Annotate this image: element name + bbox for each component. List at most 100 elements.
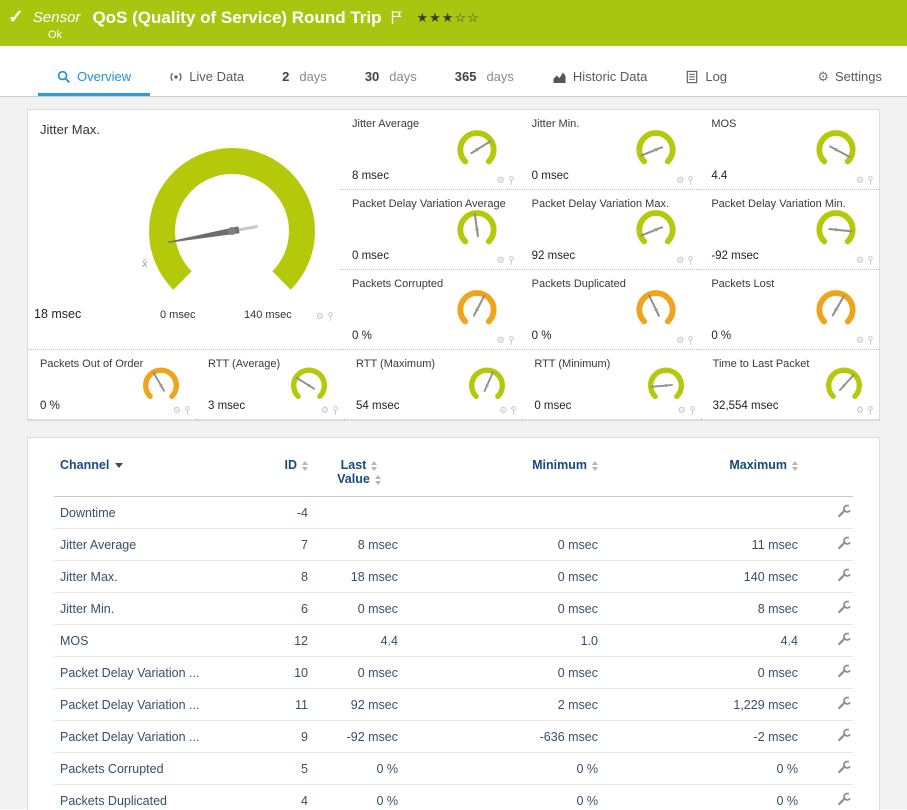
gauge-value: 0 % [532, 330, 552, 342]
stars-filled[interactable]: ★★★ [417, 10, 455, 25]
wrench-icon[interactable] [837, 568, 851, 582]
stars-empty[interactable]: ☆☆ [454, 10, 479, 25]
pin-icon[interactable] [327, 311, 334, 322]
gauge-value: 4.4 [711, 170, 727, 182]
wrench-icon[interactable] [837, 792, 851, 806]
pin-icon[interactable] [184, 405, 191, 416]
pin-icon[interactable] [867, 175, 874, 186]
wrench-icon[interactable] [837, 664, 851, 678]
big-gauge-cell: Jitter Max. x̄ 18 msec 0 msec 140 msec ⚙ [28, 110, 340, 350]
pin-icon[interactable] [689, 405, 696, 416]
gauge-cell-pdv-average: Packet Delay Variation Average 0 msec ⚙ [340, 190, 520, 270]
table-row: Packets Corrupted 5 0 % 0 % 0 % [54, 753, 853, 785]
gear-icon[interactable]: ⚙ [856, 406, 864, 415]
gauge-value: 0 msec [352, 250, 389, 262]
pin-icon[interactable] [867, 405, 874, 416]
table-header-row: Channel ID Last Value Minimum Maximum [54, 454, 853, 497]
gauge-value: 54 msec [356, 400, 399, 412]
table-row: Jitter Min. 6 0 msec 0 msec 8 msec [54, 593, 853, 625]
gear-icon[interactable]: ⚙ [678, 406, 686, 415]
gauge-needle [840, 375, 854, 390]
gauge-needle [829, 229, 851, 231]
col-header-last-value[interactable]: Last Value [314, 454, 404, 497]
channel-name: MOS [54, 625, 254, 657]
gauge-needle [649, 295, 659, 315]
tab-365-days[interactable]: 365days [436, 60, 533, 96]
pin-icon[interactable] [508, 335, 515, 346]
gauge-cell-packets-out-of-order: Packets Out of Order 0 % ⚙ [28, 350, 196, 420]
pin-icon[interactable] [332, 405, 339, 416]
gear-icon[interactable]: ⚙ [676, 176, 684, 185]
gear-icon[interactable]: ⚙ [497, 256, 505, 265]
gear-icon[interactable]: ⚙ [173, 406, 181, 415]
gauge-value: 3 msec [208, 400, 245, 412]
gear-icon[interactable]: ⚙ [856, 176, 864, 185]
pin-icon[interactable] [687, 255, 694, 266]
gear-icon[interactable]: ⚙ [497, 336, 505, 345]
sort-arrows-icon [792, 461, 798, 471]
object-kind-label: Sensor [33, 9, 81, 26]
log-icon [685, 70, 699, 84]
pin-icon[interactable] [867, 255, 874, 266]
sort-arrows-icon [371, 461, 377, 471]
pin-icon[interactable] [867, 335, 874, 346]
col-header-id[interactable]: ID [254, 454, 314, 497]
pin-icon[interactable] [687, 175, 694, 186]
chart-icon [552, 70, 567, 84]
gear-icon[interactable]: ⚙ [856, 336, 864, 345]
gear-icon[interactable]: ⚙ [676, 256, 684, 265]
tab-overview[interactable]: Overview [38, 60, 150, 96]
status-check-icon: ✓ [8, 6, 24, 29]
wrench-icon[interactable] [837, 632, 851, 646]
tab-2-days[interactable]: 2days [263, 60, 346, 96]
gauge-cell-mos: MOS 4.4 ⚙ [699, 110, 879, 190]
col-header-minimum[interactable]: Minimum [404, 454, 604, 497]
wrench-icon[interactable] [837, 696, 851, 710]
gauge-value: 92 msec [532, 250, 575, 262]
gear-icon[interactable]: ⚙ [497, 176, 505, 185]
wrench-icon[interactable] [837, 728, 851, 742]
star-rating[interactable]: ★★★☆☆ [417, 10, 480, 26]
pin-icon[interactable] [508, 175, 515, 186]
wrench-icon[interactable] [837, 600, 851, 614]
wrench-icon[interactable] [837, 760, 851, 774]
small-gauges-grid: Jitter Average 8 msec ⚙ Jitter Min. [340, 110, 879, 350]
tab-historic-data[interactable]: Historic Data [533, 60, 666, 96]
gauge-value: 0 % [40, 400, 60, 412]
gear-icon[interactable]: ⚙ [321, 406, 329, 415]
gauge-value: 0 % [352, 330, 372, 342]
gauge-needle [833, 296, 844, 315]
channel-name: Packets Corrupted [54, 753, 254, 785]
pin-icon[interactable] [510, 405, 517, 416]
pin-icon[interactable] [687, 335, 694, 346]
flag-icon[interactable] [390, 10, 403, 25]
channel-name: Packet Delay Variation ... [54, 657, 254, 689]
tab-live-data[interactable]: Live Data [150, 60, 263, 96]
gauge-cell-rtt-maximum: RTT (Maximum) 54 msec ⚙ [344, 350, 522, 420]
gear-icon[interactable]: ⚙ [316, 312, 324, 321]
tab-30-days[interactable]: 30days [346, 60, 436, 96]
gauge-needle [485, 372, 493, 391]
content-area: Jitter Max. x̄ 18 msec 0 msec 140 msec ⚙ [0, 97, 907, 809]
col-header-channel[interactable]: Channel [54, 454, 254, 497]
gauge-needle [651, 385, 672, 387]
broadcast-icon [169, 70, 183, 84]
channel-name: Jitter Max. [54, 561, 254, 593]
gear-icon[interactable]: ⚙ [676, 336, 684, 345]
page-title: QoS (Quality of Service) Round Trip [92, 8, 381, 28]
gauge-dial [284, 361, 334, 407]
tab-settings[interactable]: ⚙ Settings [798, 60, 901, 96]
gear-icon[interactable]: ⚙ [499, 406, 507, 415]
gauge-cell-packets-duplicated: Packets Duplicated 0 % ⚙ [520, 270, 700, 350]
gauge-title: Jitter Max. [40, 122, 100, 137]
channel-name: Packets Duplicated [54, 785, 254, 810]
pin-icon[interactable] [508, 255, 515, 266]
tab-log[interactable]: Log [666, 60, 746, 96]
gear-icon[interactable]: ⚙ [856, 256, 864, 265]
table-row: Packet Delay Variation ... 9 -92 msec -6… [54, 721, 853, 753]
bottom-gauges-row: Packets Out of Order 0 % ⚙ RTT (Average)… [28, 350, 879, 420]
wrench-icon[interactable] [837, 504, 851, 518]
wrench-icon[interactable] [837, 536, 851, 550]
col-header-maximum[interactable]: Maximum [604, 454, 804, 497]
gauge-needle [154, 373, 164, 391]
